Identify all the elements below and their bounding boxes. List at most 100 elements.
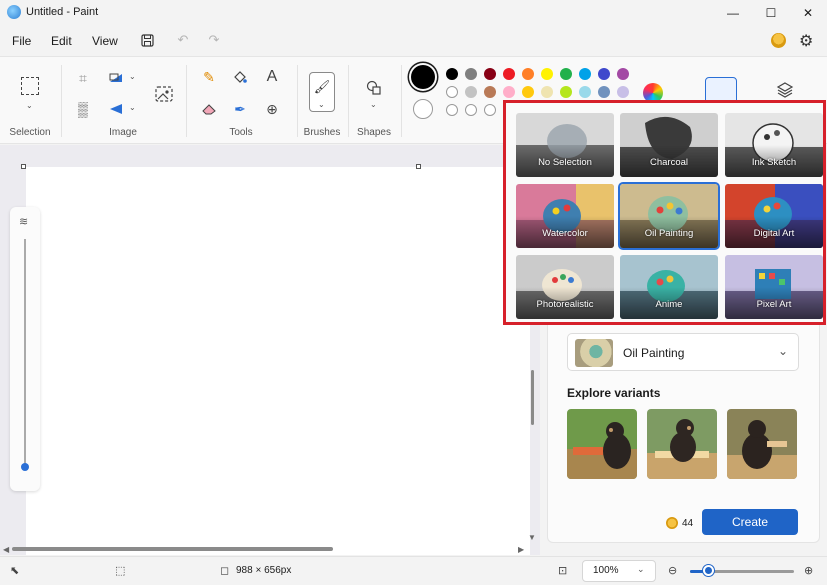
color-swatch[interactable] [465, 86, 477, 98]
color-swatch[interactable] [579, 86, 591, 98]
color-swatch[interactable] [579, 68, 591, 80]
style-tile-watercolor[interactable]: Watercolor [516, 184, 614, 248]
selection-size-icon: ⬚ [115, 565, 126, 577]
chevron-down-icon[interactable]: ⌄ [129, 72, 136, 81]
color-swatch[interactable] [465, 68, 477, 80]
variant-image[interactable] [567, 409, 637, 479]
style-dropdown[interactable]: Oil Painting ⌄ [567, 333, 799, 371]
menu-file[interactable]: File [12, 34, 31, 48]
redo-icon[interactable]: ↷ [206, 32, 222, 48]
style-tile-ink-sketch[interactable]: Ink Sketch [725, 113, 823, 177]
magnifier-icon[interactable]: ⊕ [262, 99, 282, 119]
style-tile-charcoal[interactable]: Charcoal [620, 113, 718, 177]
horizontal-scrollbar[interactable]: ◀ ▶ [0, 545, 530, 554]
slider-thumb[interactable] [21, 463, 29, 471]
scroll-thumb[interactable] [531, 370, 534, 425]
title-bar: Untitled - Paint — ☐ ✕ [0, 0, 827, 26]
color-swatch[interactable] [484, 68, 496, 80]
text-tool-icon[interactable]: A [262, 67, 282, 87]
color-swatch[interactable] [465, 104, 477, 116]
color-swatch[interactable] [484, 86, 496, 98]
chevron-down-icon[interactable]: ⌄ [318, 100, 325, 109]
eraser-icon[interactable] [199, 99, 219, 119]
group-label-shapes: Shapes [357, 127, 391, 138]
brush-size-slider[interactable]: ≋ [10, 207, 40, 491]
color-swatch[interactable] [503, 68, 515, 80]
zoom-out-icon[interactable]: ⊖ [668, 564, 677, 577]
scroll-down-icon[interactable]: ▼ [528, 533, 536, 542]
ribbon-divider [297, 65, 298, 137]
color-swatch[interactable] [503, 86, 515, 98]
scroll-thumb[interactable] [12, 547, 333, 551]
style-thumbnail [575, 339, 613, 367]
pencil-icon[interactable]: ✎ [199, 67, 219, 87]
color-swatch[interactable] [541, 86, 553, 98]
style-tile-pixel-art[interactable]: Pixel Art [725, 255, 823, 319]
menu-view[interactable]: View [92, 34, 118, 48]
chevron-down-icon[interactable]: ⌄ [370, 100, 377, 109]
color-swatch[interactable] [541, 68, 553, 80]
color-swatch[interactable] [560, 68, 572, 80]
scroll-left-icon[interactable]: ◀ [3, 545, 9, 554]
select-all-pattern-icon[interactable]: ▒ [73, 99, 93, 119]
style-tile-photorealistic[interactable]: Photorealistic [516, 255, 614, 319]
resize-handle[interactable] [416, 164, 421, 169]
shapes-icon[interactable] [364, 78, 384, 98]
style-picker-popup: No Selection Charcoal Ink Sketch Watercolor… [503, 100, 826, 325]
color-picker-icon[interactable]: ✒ [230, 99, 250, 119]
copilot-credits-icon[interactable] [771, 33, 786, 48]
chevron-down-icon[interactable]: ⌄ [26, 101, 33, 110]
group-label-image: Image [109, 127, 137, 138]
secondary-color-swatch[interactable] [413, 99, 433, 119]
zoom-in-icon[interactable]: ⊕ [804, 564, 813, 577]
color-swatch[interactable] [617, 86, 629, 98]
group-label-tools: Tools [229, 127, 253, 138]
color-swatch[interactable] [446, 104, 458, 116]
color-swatch[interactable] [598, 68, 610, 80]
color-swatch[interactable] [617, 68, 629, 80]
style-tile-digital-art[interactable]: Digital Art [725, 184, 823, 248]
canvas-dimensions: 988 × 656px [236, 565, 292, 576]
resize-icon[interactable] [106, 68, 126, 88]
color-swatch[interactable] [522, 68, 534, 80]
variant-image[interactable] [647, 409, 717, 479]
color-swatch[interactable] [522, 86, 534, 98]
fit-to-window-icon[interactable]: ⊡ [558, 564, 567, 577]
create-button[interactable]: Create [702, 509, 798, 535]
color-swatch[interactable] [446, 86, 458, 98]
crop-icon[interactable]: ⌗ [73, 68, 93, 88]
rotate-icon[interactable] [106, 99, 126, 119]
ribbon-divider [186, 65, 187, 137]
save-icon[interactable] [139, 32, 155, 48]
color-swatch[interactable] [446, 68, 458, 80]
rectangle-select-icon[interactable] [21, 77, 39, 95]
ribbon-divider [348, 65, 349, 137]
color-swatch[interactable] [560, 86, 572, 98]
color-swatch[interactable] [598, 86, 610, 98]
undo-icon[interactable]: ↶ [175, 32, 191, 48]
group-label-brushes: Brushes [303, 127, 341, 138]
drawing-canvas[interactable] [26, 167, 530, 555]
primary-color-swatch[interactable] [411, 65, 435, 89]
brush-icon: 🖌 [313, 79, 331, 94]
resize-handle[interactable] [21, 164, 26, 169]
color-swatch[interactable] [484, 104, 496, 116]
style-tile-oil-painting[interactable]: Oil Painting [620, 184, 718, 248]
image-creator-icon[interactable] [153, 83, 175, 105]
scroll-right-icon[interactable]: ▶ [518, 545, 524, 554]
stroke-size-icon: ≋ [19, 216, 29, 228]
style-tile-anime[interactable]: Anime [620, 255, 718, 319]
chevron-down-icon[interactable]: ⌄ [129, 103, 136, 112]
style-tile-label: Digital Art [753, 228, 795, 239]
variant-image[interactable] [727, 409, 797, 479]
menu-edit[interactable]: Edit [51, 34, 72, 48]
zoom-slider-thumb[interactable] [703, 565, 714, 576]
gear-icon[interactable]: ⚙ [799, 31, 813, 51]
close-button[interactable]: ✕ [785, 0, 827, 26]
zoom-dropdown[interactable]: 100% ⌄ [582, 560, 656, 582]
ribbon-divider [401, 65, 402, 137]
style-tile-label: Charcoal [649, 157, 689, 168]
canvas-size-icon: ◻ [220, 565, 230, 577]
style-tile-no-selection[interactable]: No Selection [516, 113, 614, 177]
fill-bucket-icon[interactable] [230, 67, 250, 87]
